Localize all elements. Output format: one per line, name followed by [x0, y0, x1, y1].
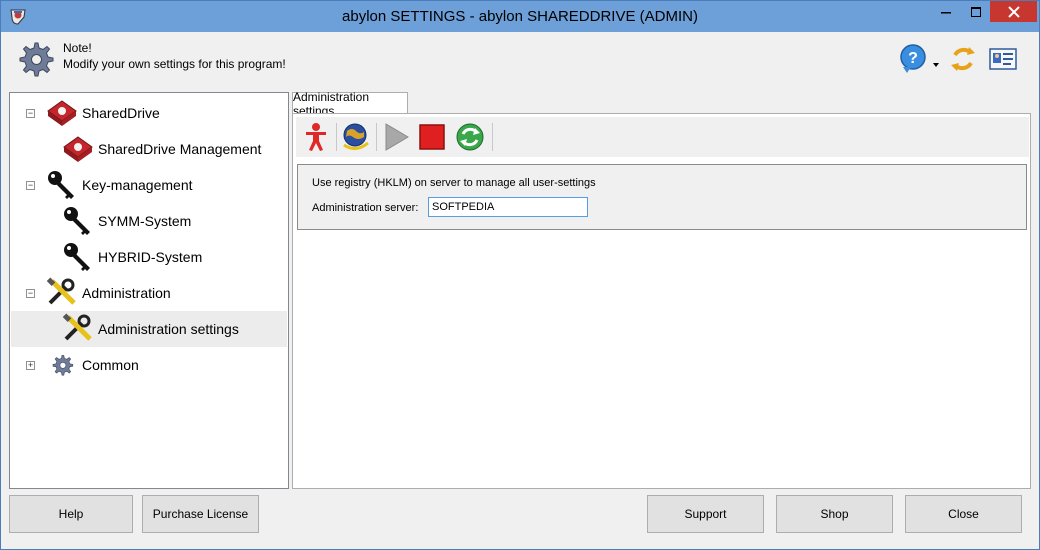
tab-administration-settings[interactable]: Administration settings	[292, 90, 408, 118]
network-tool-button[interactable]	[340, 121, 372, 153]
gear-icon	[46, 349, 78, 381]
user-tool-button[interactable]	[300, 121, 332, 153]
maximize-button[interactable]	[961, 1, 991, 22]
person-icon	[306, 123, 326, 151]
tree-expander-shareddrive[interactable]: −	[26, 109, 35, 118]
globe-icon	[343, 123, 369, 150]
svg-text:?: ?	[908, 50, 918, 67]
tree-item-hybrid-system[interactable]: HYBRID-System	[62, 239, 202, 275]
id-card-icon	[989, 48, 1017, 70]
key-icon	[62, 205, 94, 237]
shop-button[interactable]: Shop	[776, 495, 893, 533]
tree-expander-common[interactable]: +	[26, 361, 35, 370]
toolbar-separator	[376, 123, 377, 151]
help-button[interactable]: Help	[9, 495, 133, 533]
stop-icon	[419, 124, 445, 150]
play-icon	[385, 123, 409, 151]
purchase-license-button[interactable]: Purchase License	[142, 495, 259, 533]
tree-label: HYBRID-System	[98, 249, 203, 265]
tree-item-shareddrive[interactable]: SharedDrive	[46, 95, 160, 131]
close-button[interactable]: Close	[905, 495, 1022, 533]
settings-window: abylon SETTINGS - abylon SHAREDDRIVE (AD…	[0, 0, 1040, 550]
tree-label: SharedDrive	[82, 105, 160, 121]
toolbar-separator	[336, 123, 337, 151]
title-bar[interactable]: abylon SETTINGS - abylon SHAREDDRIVE (AD…	[1, 1, 1039, 32]
key-icon	[46, 169, 78, 201]
tree-label: SharedDrive Management	[98, 141, 262, 157]
refresh-button[interactable]	[947, 43, 979, 75]
tools-icon	[46, 277, 78, 309]
toolbar	[296, 117, 1029, 157]
registry-settings-group: Use registry (HKLM) on server to manage …	[297, 164, 1027, 230]
window-title: abylon SETTINGS - abylon SHAREDDRIVE (AD…	[342, 8, 698, 25]
help-menu-button[interactable]: ?	[899, 43, 931, 75]
key-icon	[62, 241, 94, 273]
maximize-icon	[971, 6, 981, 17]
tree-item-symm-system[interactable]: SYMM-System	[62, 203, 191, 239]
settings-panel: Use registry (HKLM) on server to manage …	[292, 113, 1031, 489]
shareddrive-icon	[62, 133, 94, 165]
gear-icon	[19, 42, 54, 77]
note-header: Note! Modify your own settings for this …	[9, 33, 1031, 89]
administration-server-label: Administration server:	[312, 202, 419, 214]
sync-button[interactable]	[454, 121, 486, 153]
tree-item-administration[interactable]: Administration	[46, 275, 171, 311]
tree-expander-key-management[interactable]: −	[26, 181, 35, 190]
tree-expander-administration[interactable]: −	[26, 289, 35, 298]
close-window-button[interactable]	[990, 1, 1037, 22]
note-text: Modify your own settings for this progra…	[63, 57, 286, 71]
stop-button[interactable]	[416, 121, 448, 153]
tree-label: Administration	[82, 285, 171, 301]
tree-label: SYMM-System	[98, 213, 192, 229]
help-icon: ?	[900, 44, 926, 73]
tree-item-administration-settings[interactable]: Administration settings	[11, 311, 287, 347]
tree-label: Common	[82, 357, 139, 373]
note-title: Note!	[63, 41, 92, 55]
start-button[interactable]	[380, 121, 412, 153]
tree-label: Administration settings	[98, 321, 239, 337]
tree-item-shareddrive-management[interactable]: SharedDrive Management	[62, 131, 261, 167]
minimize-button[interactable]	[931, 1, 961, 22]
tree-item-common[interactable]: Common	[46, 347, 139, 383]
close-icon	[1007, 5, 1020, 18]
minimize-icon	[941, 11, 951, 13]
bottom-button-bar: Help Purchase License Support Shop Close	[9, 490, 1031, 542]
sync-icon	[456, 123, 484, 151]
settings-tree[interactable]: − SharedDrive SharedDrive Management − K…	[9, 92, 289, 489]
registry-hint-text: Use registry (HKLM) on server to manage …	[312, 177, 596, 189]
tree-label: Key-management	[82, 177, 193, 193]
support-button[interactable]: Support	[647, 495, 764, 533]
chevron-down-icon[interactable]	[933, 57, 939, 67]
administration-server-input[interactable]	[428, 197, 588, 217]
refresh-icon	[951, 47, 975, 71]
tree-item-key-management[interactable]: Key-management	[46, 167, 193, 203]
toolbar-separator	[492, 123, 493, 151]
info-card-button[interactable]	[987, 43, 1019, 75]
shareddrive-icon	[46, 97, 78, 129]
tools-icon	[62, 313, 94, 345]
